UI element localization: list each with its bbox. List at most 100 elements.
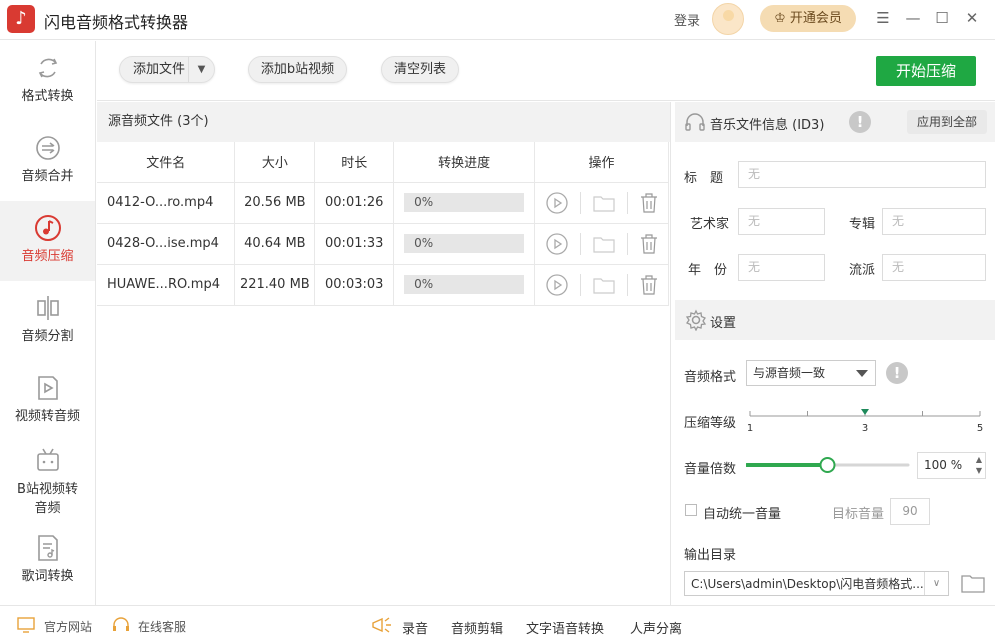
table-header-row: 文件名 大小 时长 转换进度 操作	[97, 142, 669, 183]
sidebar-item-audio-split[interactable]: 音频分割	[0, 293, 95, 353]
music-note-icon	[34, 215, 61, 241]
vip-button[interactable]: ♔ 开通会员	[760, 5, 856, 32]
sidebar-item-label: 歌词转换	[21, 569, 74, 584]
slider-tick-label: 3	[862, 423, 868, 434]
folder-icon[interactable]	[592, 194, 615, 212]
auto-volume-label: 自动统一音量	[703, 507, 782, 522]
genre-field[interactable]: 无	[882, 254, 986, 281]
audio-edit-button[interactable]: 音频剪辑	[451, 618, 503, 637]
volume-slider[interactable]	[746, 454, 916, 476]
sidebar-item-label: 音频	[34, 501, 61, 516]
trash-icon[interactable]	[640, 274, 658, 295]
divider	[579, 191, 581, 214]
play-icon[interactable]	[545, 273, 568, 296]
record-button[interactable]: 录音	[402, 618, 428, 637]
year-label: 年 份	[688, 263, 728, 278]
sidebar-item-label: 格式转换	[21, 89, 74, 104]
file-name: 0412-O...ro.mp4	[97, 182, 236, 224]
start-compress-button[interactable]: 开始压缩	[876, 56, 976, 86]
file-duration: 00:01:33	[314, 223, 395, 265]
avatar[interactable]	[712, 3, 744, 35]
file-list-header: 源音频文件 (3个)	[97, 102, 670, 142]
folder-icon[interactable]	[592, 276, 615, 294]
trash-icon[interactable]	[640, 233, 658, 254]
headset-icon	[113, 617, 129, 631]
output-path-select[interactable]: C:\Users\admin\Desktop\闪电音频格式... ∨	[684, 571, 949, 596]
column-header: 文件名	[97, 142, 236, 183]
record-icon	[372, 617, 391, 633]
play-icon[interactable]	[545, 191, 568, 214]
menu-icon[interactable]: ☰	[873, 8, 893, 28]
add-file-button[interactable]: 添加文件 ▼	[119, 56, 215, 83]
compression-slider[interactable]: 1 3 5	[746, 402, 991, 434]
table-row[interactable]: HUAWE...RO.mp4 221.40 MB 00:03:03 0%	[97, 264, 669, 306]
tts-button[interactable]: 文字语音转换	[526, 618, 604, 637]
actions-cell	[534, 264, 669, 306]
sidebar-item-format-convert[interactable]: 格式转换	[0, 53, 95, 113]
progress-cell: 0%	[393, 264, 536, 306]
trash-icon[interactable]	[640, 192, 658, 213]
file-name: 0428-O...ise.mp4	[97, 223, 236, 265]
format-select[interactable]: 与源音频一致	[746, 360, 876, 386]
sidebar-item-label: B站视频转	[17, 482, 78, 497]
crown-icon: ♔	[774, 11, 790, 26]
sidebar-item-lyrics-convert[interactable]: 歌词转换	[0, 533, 95, 593]
actions-cell	[534, 223, 669, 265]
login-link[interactable]: 登录	[674, 10, 700, 29]
target-volume-label: 目标音量	[832, 507, 885, 522]
file-size: 20.56 MB	[234, 182, 316, 224]
volume-label: 音量倍数	[684, 462, 737, 477]
vocal-separation-button[interactable]: 人声分离	[630, 618, 682, 637]
file-size: 40.64 MB	[234, 223, 316, 265]
auto-volume-checkbox[interactable]	[685, 504, 697, 516]
chevron-down-icon[interactable]: ▼	[188, 57, 214, 82]
info-icon[interactable]: !	[886, 362, 908, 384]
sidebar-item-video-to-audio[interactable]: 视频转音频	[0, 373, 95, 433]
sidebar-item-label: 音频合并	[21, 169, 74, 184]
file-name: HUAWE...RO.mp4	[97, 264, 236, 306]
apply-all-button[interactable]: 应用到全部	[907, 110, 987, 134]
info-icon[interactable]: !	[849, 111, 871, 133]
lyrics-icon	[37, 535, 58, 561]
sidebar: 格式转换 音频合并 音频压缩 音频分割 视频转音频 B站视频转 音频 歌词转换	[0, 41, 96, 605]
progress-cell: 0%	[393, 182, 536, 224]
id3-header: 音乐文件信息 (ID3) ! 应用到全部	[675, 102, 995, 142]
id3-title: 音乐文件信息 (ID3)	[710, 118, 825, 133]
file-size: 221.40 MB	[234, 264, 316, 306]
play-icon[interactable]	[545, 232, 568, 255]
sidebar-item-audio-merge[interactable]: 音频合并	[0, 133, 95, 193]
minimize-icon[interactable]: —	[903, 8, 923, 28]
sidebar-item-label: 音频分割	[21, 329, 74, 344]
volume-stepper[interactable]: 100 % ▲ ▼	[917, 452, 986, 479]
headphones-icon	[685, 113, 705, 131]
folder-icon[interactable]	[592, 235, 615, 253]
maximize-icon[interactable]: ☐	[932, 8, 952, 28]
split-icon	[36, 296, 59, 320]
column-header: 大小	[234, 142, 316, 183]
stepper-arrows-icon[interactable]: ▲ ▼	[976, 454, 982, 476]
sidebar-item-bilibili-to-audio[interactable]: B站视频转 音频	[0, 446, 95, 526]
close-icon[interactable]: ✕	[962, 8, 982, 28]
slider-handle[interactable]	[861, 409, 869, 415]
sidebar-item-audio-compress[interactable]: 音频压缩	[0, 201, 95, 281]
clear-list-button[interactable]: 清空列表	[381, 56, 459, 83]
divider	[579, 232, 581, 255]
toolbar: 添加文件 ▼ 添加b站视频 清空列表 开始压缩	[97, 41, 995, 101]
artist-field[interactable]: 无	[738, 208, 825, 235]
online-support-link[interactable]: 在线客服	[138, 618, 186, 635]
slider-tick-label: 1	[747, 423, 753, 434]
official-website-link[interactable]: 官方网站	[44, 618, 92, 635]
album-field[interactable]: 无	[882, 208, 986, 235]
target-volume-field[interactable]: 90	[890, 498, 930, 525]
progress-bar: 0%	[404, 275, 525, 294]
folder-icon[interactable]	[961, 573, 985, 593]
slider-handle[interactable]	[819, 457, 836, 473]
table-row[interactable]: 0428-O...ise.mp4 40.64 MB 00:01:33 0%	[97, 223, 669, 265]
add-bilibili-button[interactable]: 添加b站视频	[248, 56, 347, 83]
divider	[626, 191, 628, 214]
title-field[interactable]: 无	[738, 161, 986, 188]
progress-cell: 0%	[393, 223, 536, 265]
settings-header: 设置	[675, 300, 995, 340]
table-row[interactable]: 0412-O...ro.mp4 20.56 MB 00:01:26 0%	[97, 182, 669, 224]
year-field[interactable]: 无	[738, 254, 825, 281]
